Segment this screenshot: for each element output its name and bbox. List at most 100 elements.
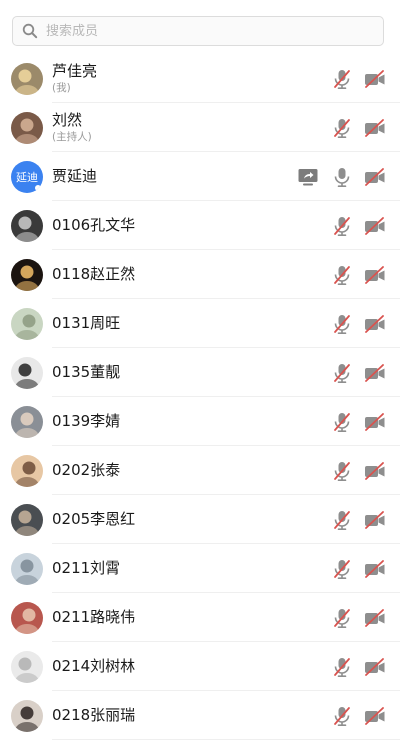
member-name-block: 0118赵正然 [52, 250, 135, 299]
camera-off-icon[interactable] [363, 264, 387, 286]
mic-muted-icon[interactable] [331, 558, 353, 580]
device-badge-icon [34, 183, 42, 192]
avatar [11, 209, 43, 242]
avatar: 延迪 [11, 160, 43, 193]
mic-muted-icon[interactable] [331, 362, 353, 384]
camera-off-icon[interactable] [363, 558, 387, 580]
mic-icon[interactable] [331, 166, 353, 188]
member-name-block: 0218张丽瑞 [52, 691, 135, 740]
member-name: 刘然 [52, 111, 83, 129]
member-name-block: 0211刘霄 [52, 544, 120, 593]
member-search-box[interactable] [12, 16, 384, 46]
member-role-label: (主持人) [52, 131, 92, 143]
member-status-icons [331, 397, 387, 446]
mic-muted-icon[interactable] [331, 68, 353, 90]
avatar [11, 111, 43, 144]
member-name-block: 0214刘树林 [52, 642, 135, 691]
avatar [11, 601, 43, 634]
member-row[interactable]: 0218张丽瑞 [0, 691, 400, 740]
mic-muted-icon[interactable] [331, 313, 353, 335]
member-name: 0218张丽瑞 [52, 706, 136, 724]
camera-off-icon[interactable] [363, 313, 387, 335]
avatar [11, 307, 43, 340]
member-row[interactable]: 刘然 (主持人) [0, 103, 400, 152]
member-row[interactable]: 0211刘霄 [0, 544, 400, 593]
member-name-block: 0205李恩红 [52, 495, 135, 544]
member-row[interactable]: 0106孔文华 [0, 201, 400, 250]
member-row[interactable]: 0131周旺 [0, 299, 400, 348]
mic-muted-icon[interactable] [331, 607, 353, 629]
member-name: 0135董靓 [52, 363, 121, 381]
member-status-icons [331, 544, 387, 593]
avatar [11, 552, 43, 585]
member-status-icons [331, 446, 387, 495]
status-bar-edge [0, 0, 400, 8]
screen-share-icon[interactable] [297, 166, 319, 188]
search-input[interactable] [44, 22, 368, 40]
camera-off-icon[interactable] [363, 607, 387, 629]
camera-off-icon[interactable] [363, 215, 387, 237]
member-name: 0205李恩红 [52, 510, 136, 528]
camera-off-icon[interactable] [363, 68, 387, 90]
member-name: 0202张泰 [52, 461, 121, 479]
avatar [11, 699, 43, 732]
member-status-icons [331, 54, 387, 103]
member-name: 芦佳亮 [52, 62, 98, 80]
camera-off-icon[interactable] [363, 362, 387, 384]
avatar [11, 356, 43, 389]
mic-muted-icon[interactable] [331, 509, 353, 531]
member-name-block: 贾延迪 [52, 152, 97, 201]
mic-muted-icon[interactable] [331, 215, 353, 237]
member-row[interactable]: 延迪 贾延迪 [0, 152, 400, 201]
camera-off-icon[interactable] [363, 166, 387, 188]
member-status-icons [331, 495, 387, 544]
avatar [11, 503, 43, 536]
member-name: 0131周旺 [52, 314, 121, 332]
avatar [11, 650, 43, 683]
mic-muted-icon[interactable] [331, 460, 353, 482]
member-name-block: 0135董靓 [52, 348, 120, 397]
member-row[interactable]: 芦佳亮 (我) [0, 54, 400, 103]
member-list: 芦佳亮 (我) 刘然 (主持人) 延迪 贾延迪 0106孔文华 0118赵正然 … [0, 54, 400, 740]
member-status-icons [297, 152, 387, 201]
member-row[interactable]: 0118赵正然 [0, 250, 400, 299]
member-role-label: (我) [52, 82, 71, 94]
avatar-initials: 延迪 [16, 170, 38, 184]
mic-muted-icon[interactable] [331, 705, 353, 727]
member-row[interactable]: 0139李婧 [0, 397, 400, 446]
avatar [11, 62, 43, 95]
mic-muted-icon[interactable] [331, 411, 353, 433]
member-row[interactable]: 0205李恩红 [0, 495, 400, 544]
member-status-icons [331, 348, 387, 397]
mic-muted-icon[interactable] [331, 656, 353, 678]
member-name-block: 0139李婧 [52, 397, 120, 446]
member-name: 0214刘树林 [52, 657, 136, 675]
member-name-block: 芦佳亮 (我) [52, 54, 97, 103]
member-name: 0106孔文华 [52, 216, 136, 234]
member-row[interactable]: 0214刘树林 [0, 642, 400, 691]
member-status-icons [331, 250, 387, 299]
mic-muted-icon[interactable] [331, 264, 353, 286]
member-name-block: 0202张泰 [52, 446, 120, 495]
camera-off-icon[interactable] [363, 460, 387, 482]
member-name: 贾延迪 [52, 167, 98, 185]
member-row[interactable]: 0135董靓 [0, 348, 400, 397]
member-row[interactable]: 0202张泰 [0, 446, 400, 495]
member-status-icons [331, 201, 387, 250]
camera-off-icon[interactable] [363, 656, 387, 678]
camera-off-icon[interactable] [363, 117, 387, 139]
search-icon [22, 23, 38, 39]
camera-off-icon[interactable] [363, 411, 387, 433]
member-name-block: 0131周旺 [52, 299, 120, 348]
camera-off-icon[interactable] [363, 705, 387, 727]
member-status-icons [331, 642, 387, 691]
mic-muted-icon[interactable] [331, 117, 353, 139]
avatar [11, 258, 43, 291]
member-name: 0118赵正然 [52, 265, 136, 283]
member-name: 0211路晓伟 [52, 608, 136, 626]
member-row[interactable]: 0211路晓伟 [0, 593, 400, 642]
member-status-icons [331, 691, 387, 740]
member-name-block: 0106孔文华 [52, 201, 135, 250]
camera-off-icon[interactable] [363, 509, 387, 531]
member-status-icons [331, 103, 387, 152]
